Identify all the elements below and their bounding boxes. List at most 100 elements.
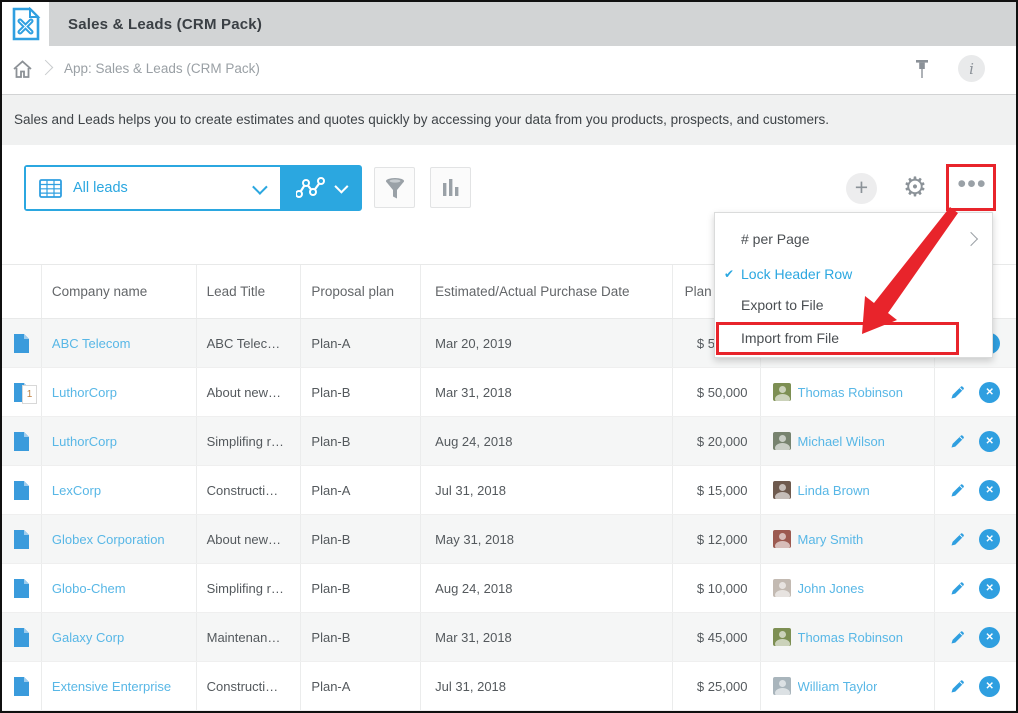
purchase-date-cell: Jul 31, 2018 bbox=[421, 662, 672, 710]
edit-button[interactable] bbox=[950, 580, 966, 596]
amount-cell: $ 45,000 bbox=[673, 613, 761, 661]
edit-button[interactable] bbox=[950, 482, 966, 498]
filter-button[interactable] bbox=[374, 167, 415, 208]
checkmark-icon bbox=[724, 267, 734, 281]
amount-cell: $ 15,000 bbox=[673, 466, 761, 514]
column-header-proposal-plan[interactable]: Proposal plan bbox=[301, 265, 421, 318]
delete-button[interactable] bbox=[979, 431, 1000, 452]
breadcrumb: App: Sales & Leads (CRM Pack) bbox=[64, 61, 260, 76]
company-link[interactable]: Galaxy Corp bbox=[52, 630, 124, 645]
info-icon[interactable]: i bbox=[958, 55, 985, 82]
table-row: Galaxy Corp Maintenan… Plan-B Mar 31, 20… bbox=[2, 613, 1016, 662]
bar-chart-button[interactable] bbox=[430, 167, 471, 208]
menu-item-export-to-file[interactable]: Export to File bbox=[715, 290, 992, 320]
edit-button[interactable] bbox=[950, 433, 966, 449]
menu-item-label: Export to File bbox=[741, 297, 823, 313]
owner-link[interactable]: Thomas Robinson bbox=[798, 630, 904, 645]
company-link[interactable]: Globex Corporation bbox=[52, 532, 165, 547]
menu-item-label: Import from File bbox=[741, 330, 839, 346]
edit-button[interactable] bbox=[950, 384, 966, 400]
purchase-date-cell: Aug 24, 2018 bbox=[421, 564, 672, 612]
avatar bbox=[773, 628, 791, 646]
avatar bbox=[773, 383, 791, 401]
avatar bbox=[773, 530, 791, 548]
chart-view-toggle[interactable] bbox=[280, 167, 360, 209]
owner-link[interactable]: John Jones bbox=[798, 581, 865, 596]
settings-gear-button[interactable] bbox=[900, 171, 930, 205]
breadcrumb-separator-icon bbox=[38, 60, 54, 76]
lead-title-cell: Constructi… bbox=[197, 662, 302, 710]
table-row: Extensive Enterprise Constructi… Plan-A … bbox=[2, 662, 1016, 711]
add-record-button[interactable] bbox=[846, 173, 877, 204]
delete-button[interactable] bbox=[979, 578, 1000, 599]
company-link[interactable]: Extensive Enterprise bbox=[52, 679, 171, 694]
table-view-icon bbox=[39, 179, 62, 198]
company-link[interactable]: LexCorp bbox=[52, 483, 101, 498]
attachment-count-badge: 1 bbox=[22, 385, 37, 404]
delete-button[interactable] bbox=[979, 676, 1000, 697]
table-row: Globo-Chem Simplifing r… Plan-B Aug 24, … bbox=[2, 564, 1016, 613]
column-header-company[interactable]: Company name bbox=[42, 265, 197, 318]
record-icon-column-header bbox=[2, 265, 42, 318]
owner-link[interactable]: Linda Brown bbox=[798, 483, 870, 498]
record-document-icon[interactable] bbox=[14, 628, 29, 647]
line-chart-icon bbox=[296, 176, 326, 200]
record-document-icon[interactable] bbox=[14, 579, 29, 598]
menu-item-per-page[interactable]: # per Page bbox=[715, 224, 992, 254]
view-selector: All leads bbox=[24, 165, 362, 211]
edit-button[interactable] bbox=[950, 629, 966, 645]
column-header-lead-title[interactable]: Lead Title bbox=[197, 265, 302, 318]
delete-button[interactable] bbox=[979, 480, 1000, 501]
purchase-date-cell: Mar 31, 2018 bbox=[421, 368, 672, 416]
pin-icon[interactable] bbox=[912, 59, 932, 81]
proposal-plan-cell: Plan-B bbox=[301, 613, 421, 661]
pencil-icon bbox=[950, 482, 966, 498]
view-selector-dropdown[interactable]: All leads bbox=[26, 167, 280, 209]
company-link[interactable]: LuthorCorp bbox=[52, 385, 117, 400]
menu-item-import-from-file[interactable]: Import from File bbox=[715, 323, 992, 353]
owner-link[interactable]: William Taylor bbox=[798, 679, 878, 694]
submenu-chevron-icon bbox=[964, 232, 978, 246]
record-document-icon[interactable] bbox=[14, 334, 29, 353]
delete-button[interactable] bbox=[979, 529, 1000, 550]
bar-chart-icon bbox=[441, 178, 461, 198]
avatar bbox=[773, 432, 791, 450]
owner-link[interactable]: Mary Smith bbox=[798, 532, 864, 547]
avatar bbox=[773, 677, 791, 695]
edit-button[interactable] bbox=[950, 531, 966, 547]
purchase-date-cell: May 31, 2018 bbox=[421, 515, 672, 563]
table-row: LuthorCorp Simplifing r… Plan-B Aug 24, … bbox=[2, 417, 1016, 466]
lead-title-cell: Simplifing r… bbox=[197, 564, 302, 612]
app-window: Sales & Leads (CRM Pack) App: Sales & Le… bbox=[0, 0, 1018, 713]
pencil-icon bbox=[950, 629, 966, 645]
more-options-button[interactable] bbox=[956, 173, 988, 203]
app-logo[interactable] bbox=[2, 2, 49, 46]
menu-item-lock-header-row[interactable]: Lock Header Row bbox=[715, 259, 992, 289]
pencil-icon bbox=[950, 580, 966, 596]
menu-item-label: # per Page bbox=[741, 231, 810, 247]
lead-title-cell: Simplifing r… bbox=[197, 417, 302, 465]
company-link[interactable]: LuthorCorp bbox=[52, 434, 117, 449]
amount-cell: $ 50,000 bbox=[673, 368, 761, 416]
owner-link[interactable]: Michael Wilson bbox=[798, 434, 885, 449]
edit-button[interactable] bbox=[950, 678, 966, 694]
amount-cell: $ 12,000 bbox=[673, 515, 761, 563]
record-document-icon[interactable] bbox=[14, 677, 29, 696]
company-link[interactable]: ABC Telecom bbox=[52, 336, 131, 351]
lead-title-cell: Maintenan… bbox=[197, 613, 302, 661]
delete-button[interactable] bbox=[979, 627, 1000, 648]
home-icon[interactable] bbox=[13, 60, 32, 78]
purchase-date-cell: Mar 20, 2019 bbox=[421, 319, 672, 367]
column-header-purchase-date[interactable]: Estimated/Actual Purchase Date bbox=[421, 265, 672, 318]
record-document-icon[interactable] bbox=[14, 481, 29, 500]
record-document-icon[interactable] bbox=[14, 432, 29, 451]
proposal-plan-cell: Plan-B bbox=[301, 368, 421, 416]
app-description-text: Sales and Leads helps you to create esti… bbox=[14, 112, 829, 127]
record-document-icon[interactable] bbox=[14, 530, 29, 549]
lead-title-cell: Constructi… bbox=[197, 466, 302, 514]
pencil-icon bbox=[950, 384, 966, 400]
amount-cell: $ 20,000 bbox=[673, 417, 761, 465]
owner-link[interactable]: Thomas Robinson bbox=[798, 385, 904, 400]
company-link[interactable]: Globo-Chem bbox=[52, 581, 126, 596]
delete-button[interactable] bbox=[979, 382, 1000, 403]
